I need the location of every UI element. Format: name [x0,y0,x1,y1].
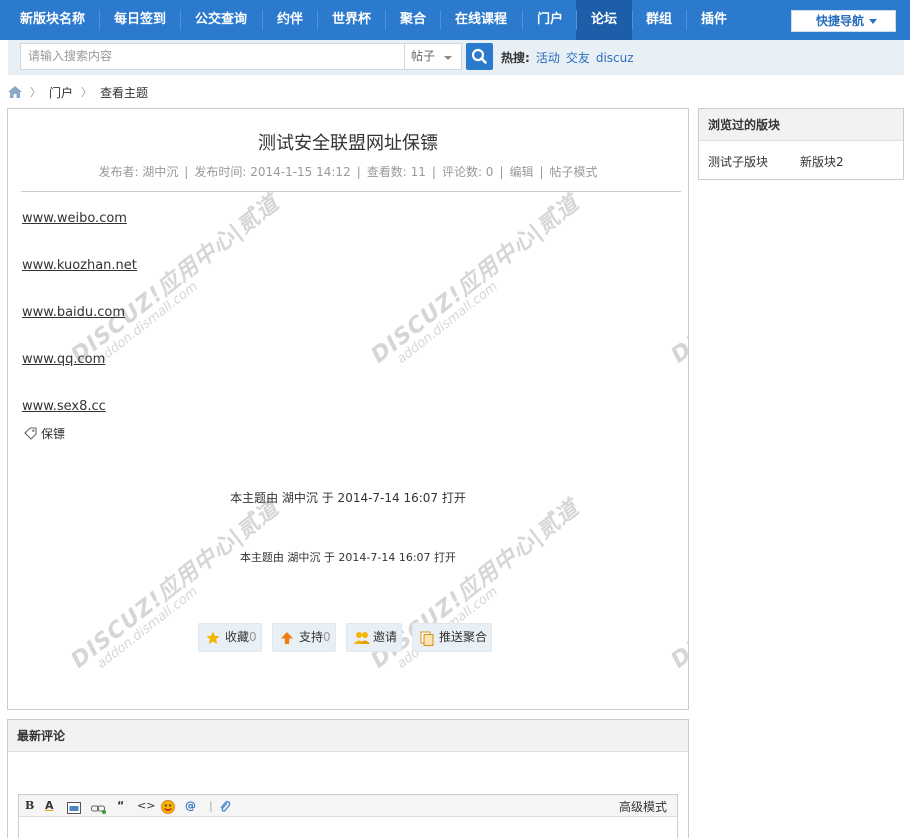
post-comment-count: 评论数: 0 [441,165,494,179]
nav-divider [632,10,633,30]
panel-title: 最新评论 [8,720,688,752]
nav-divider [180,10,181,30]
favorite-button[interactable]: 收藏0 [198,623,262,652]
post-link[interactable]: www.kuozhan.net [22,258,137,273]
arrow-up-icon [281,632,293,644]
search-type-label: 帖子 [411,49,436,63]
nav-divider [262,10,263,30]
search-bar: 请输入搜索内容 帖子 热搜: 活动 交友 discuz [8,40,904,75]
watermark: DISCUZ!应用中心|贰道addon.dismall.com [366,190,585,369]
topic-notice: 本主题由 湖中沉 于 2014-7-14 16:07 打开 [230,491,466,505]
quote-icon[interactable]: “ [117,798,124,814]
breadcrumb-link-portal[interactable]: 门户 [49,84,73,101]
support-button[interactable]: 支持0 [272,623,336,652]
divider [21,191,681,192]
nav-divider [686,10,687,30]
nav-item-8[interactable]: 门户 [537,8,563,32]
nav-item-7[interactable]: 在线课程 [455,8,507,32]
post-mode-link[interactable]: 帖子模式 [550,165,598,179]
post-container: DISCUZ!应用中心|贰道 addon.dismall.com DISCUZ!应… [7,108,689,710]
nav-divider [99,10,100,30]
search-input[interactable]: 请输入搜索内容 [20,43,404,70]
sidebar-item-forum[interactable]: 新版块2 [800,153,844,170]
chevron-right-icon: 〉 [30,86,41,99]
watermark: DISCUZ!应用中心|贰道addon.dismall.com [366,495,585,674]
post-link[interactable]: www.qq.com [22,352,105,367]
breadcrumb-current: 查看主题 [100,85,149,100]
breadcrumb: 〉 门户 〉 查看主题 [8,84,149,101]
nav-item-10[interactable]: 群组 [646,8,672,32]
home-icon[interactable] [8,86,22,98]
hot-search-link[interactable]: 活动 [536,51,560,65]
tag-icon [24,427,37,440]
search-type-select[interactable]: 帖子 [404,43,462,70]
nav-item-5[interactable]: 世界杯 [332,8,371,32]
post-tag[interactable]: 保镖 [24,425,65,442]
post-author: 发布者: 湖中沉 [98,165,179,179]
nav-divider [440,10,441,30]
at-icon[interactable]: @ [185,798,196,814]
image-icon[interactable] [67,800,81,816]
edit-link[interactable]: 编辑 [509,165,533,179]
watermark: DISCUZ!应用中心|贰道addon.dismall.com [66,495,285,674]
post-meta: 发布者: 湖中沉 | 发布时间: 2014-1-15 14:12 | 查看数: 11 | 评… [98,165,598,179]
tag-label: 保镖 [41,427,66,441]
nav-divider [522,10,523,30]
push-aggregate-button[interactable]: 推送聚合 [412,623,492,652]
font-color-icon[interactable]: A [45,798,54,814]
post-link[interactable]: www.baidu.com [22,305,125,320]
users-icon [354,632,370,644]
hot-search: 热搜: 活动 交友 discuz [501,49,640,66]
nav-item-6[interactable]: 聚合 [400,8,426,32]
search-icon [471,48,487,64]
link-icon[interactable] [91,801,107,817]
hot-search-link[interactable]: discuz [596,51,634,65]
chevron-down-icon [869,19,877,24]
quick-nav-button[interactable]: 快捷导航 [791,10,896,32]
post-views: 查看数: 11 [366,165,426,179]
sidebar-item-forum[interactable]: 测试子版块 [708,153,768,170]
nav-item-9[interactable]: 论坛 [591,8,617,32]
top-nav: 新版块名称 每日签到 公交查询 约伴 世界杯 聚合 在线课程 门户 论坛 群组 … [0,0,910,40]
viewed-forums-panel: 浏览过的版块 测试子版块 新版块2 [698,108,904,180]
post-time: 发布时间: 2014-1-15 14:12 [194,165,351,179]
search-button[interactable] [466,43,493,70]
nav-item-4[interactable]: 约伴 [277,8,303,32]
panel-title: 浏览过的版块 [699,109,903,141]
post-link[interactable]: www.weibo.com [22,211,127,226]
post-link[interactable]: www.sex8.cc [22,399,106,414]
hot-search-link[interactable]: 交友 [566,51,590,65]
star-icon [206,631,220,644]
nav-item-11[interactable]: 插件 [701,8,727,32]
code-icon[interactable]: <> [137,798,155,814]
topic-notice: 本主题由 湖中沉 于 2014-7-14 16:07 打开 [239,551,457,564]
watermark: DISCUZ!应用中心|贰道addon.dismall.com [666,495,689,674]
nav-divider [317,10,318,30]
hot-search-label: 热搜: [501,51,530,65]
attachment-icon[interactable] [219,799,231,815]
post-title: 测试安全联盟网址保镖 [258,133,438,154]
nav-divider [576,10,577,30]
toolbar-divider: | [209,799,213,812]
comment-editor[interactable]: B A “ <> @ | 高级模式 [18,794,678,838]
watermark: DISCUZ!应用中心|贰道addon.dismall.com [666,190,689,369]
document-icon [420,631,434,646]
chevron-right-icon: 〉 [81,86,93,99]
quick-nav-label: 快捷导航 [816,14,865,28]
nav-item-3[interactable]: 公交查询 [195,8,247,32]
comments-panel: 最新评论 B A “ <> @ | 高级模式 [7,719,689,838]
chevron-down-icon [444,56,452,60]
advanced-mode-link[interactable]: 高级模式 [619,798,667,815]
invite-button[interactable]: 邀请 [346,623,402,652]
nav-item-1[interactable]: 新版块名称 [20,8,85,32]
bold-icon[interactable]: B [25,798,34,814]
nav-divider [385,10,386,30]
nav-item-2[interactable]: 每日签到 [114,8,166,32]
editor-toolbar: B A “ <> @ | 高级模式 [19,795,677,817]
smiley-icon[interactable] [161,799,175,815]
